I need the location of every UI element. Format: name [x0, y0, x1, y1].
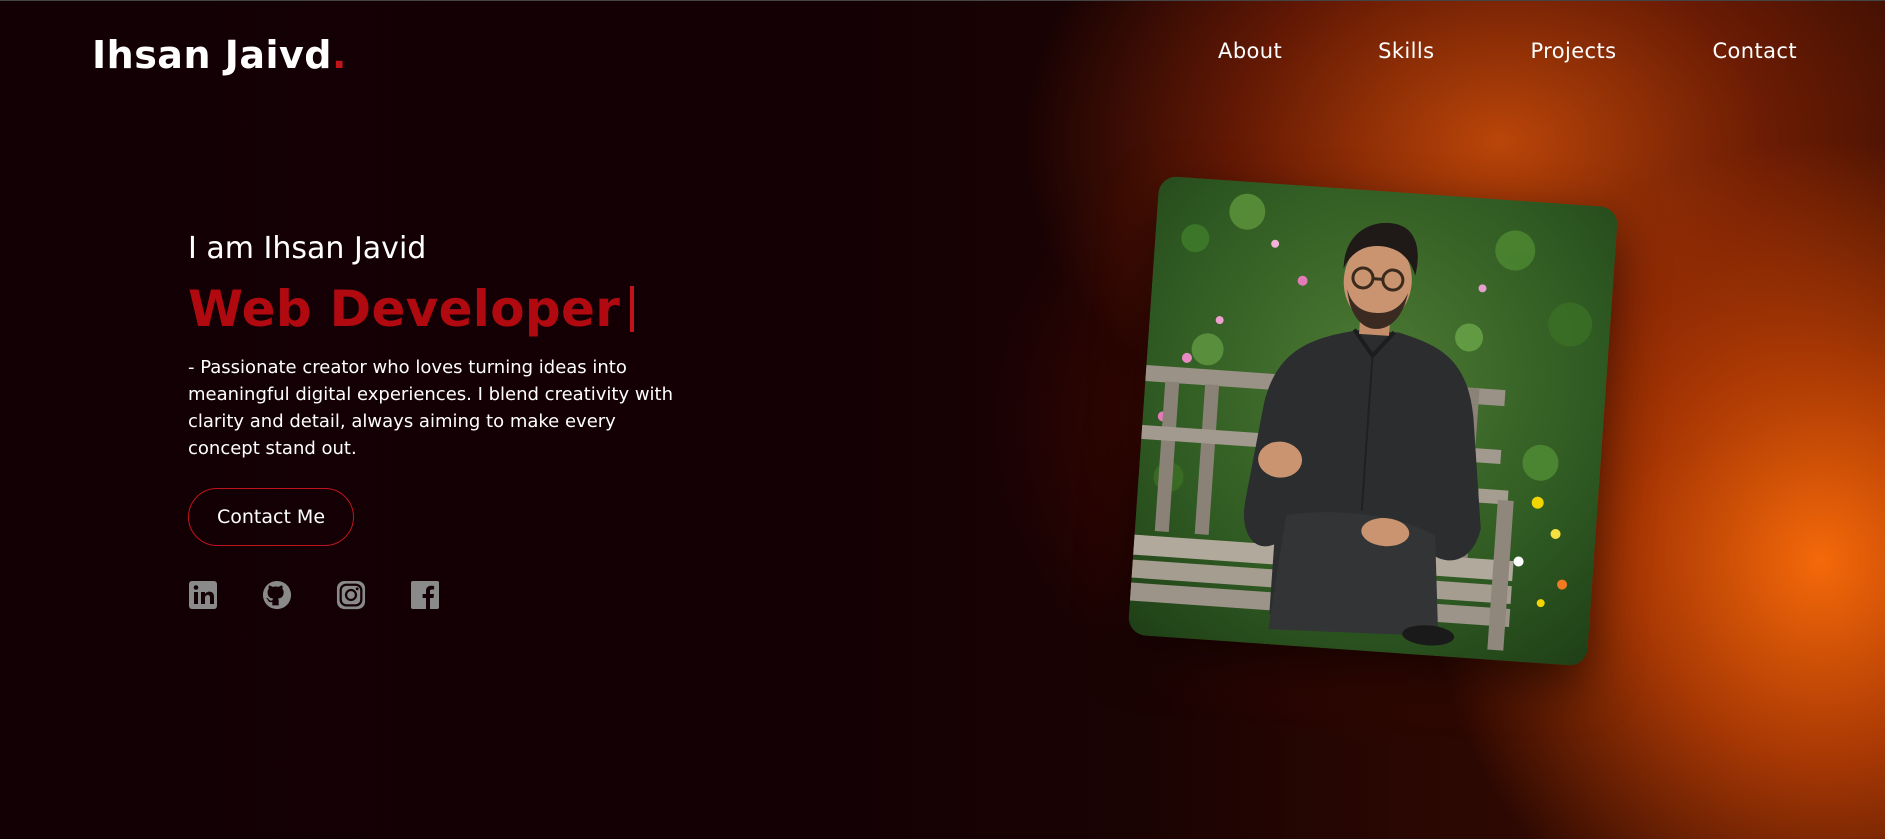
profile-photo	[1127, 175, 1619, 667]
linkedin-icon[interactable]	[188, 580, 218, 610]
hero-role: Web Developer	[188, 280, 708, 338]
hero-intro: I am Ihsan Javid	[188, 231, 427, 266]
profile-photo-illustration	[1127, 175, 1619, 667]
brand-logo[interactable]: Ihsan Jaivd.	[92, 33, 347, 77]
contact-me-button[interactable]: Contact Me	[188, 488, 354, 546]
role-text: Web Developer	[188, 280, 621, 338]
social-links	[188, 580, 708, 610]
portfolio-page: Ihsan Jaivd. About Skills Projects Conta…	[0, 0, 1885, 839]
nav-contact[interactable]: Contact	[1712, 39, 1797, 63]
nav-about[interactable]: About	[1218, 39, 1282, 63]
brand-dot: .	[332, 33, 347, 77]
hero-section: I am Ihsan Javid Web Developer - Passion…	[188, 231, 708, 610]
hero-description: - Passionate creator who loves turning i…	[188, 357, 674, 459]
brand-name: Ihsan Jaivd	[92, 33, 333, 77]
typing-caret	[630, 286, 635, 332]
instagram-icon[interactable]	[336, 580, 366, 610]
github-icon[interactable]	[262, 580, 292, 610]
nav-skills[interactable]: Skills	[1378, 39, 1434, 63]
main-nav: About Skills Projects Contact	[1122, 39, 1797, 63]
facebook-icon[interactable]	[410, 580, 440, 610]
nav-projects[interactable]: Projects	[1530, 39, 1616, 63]
